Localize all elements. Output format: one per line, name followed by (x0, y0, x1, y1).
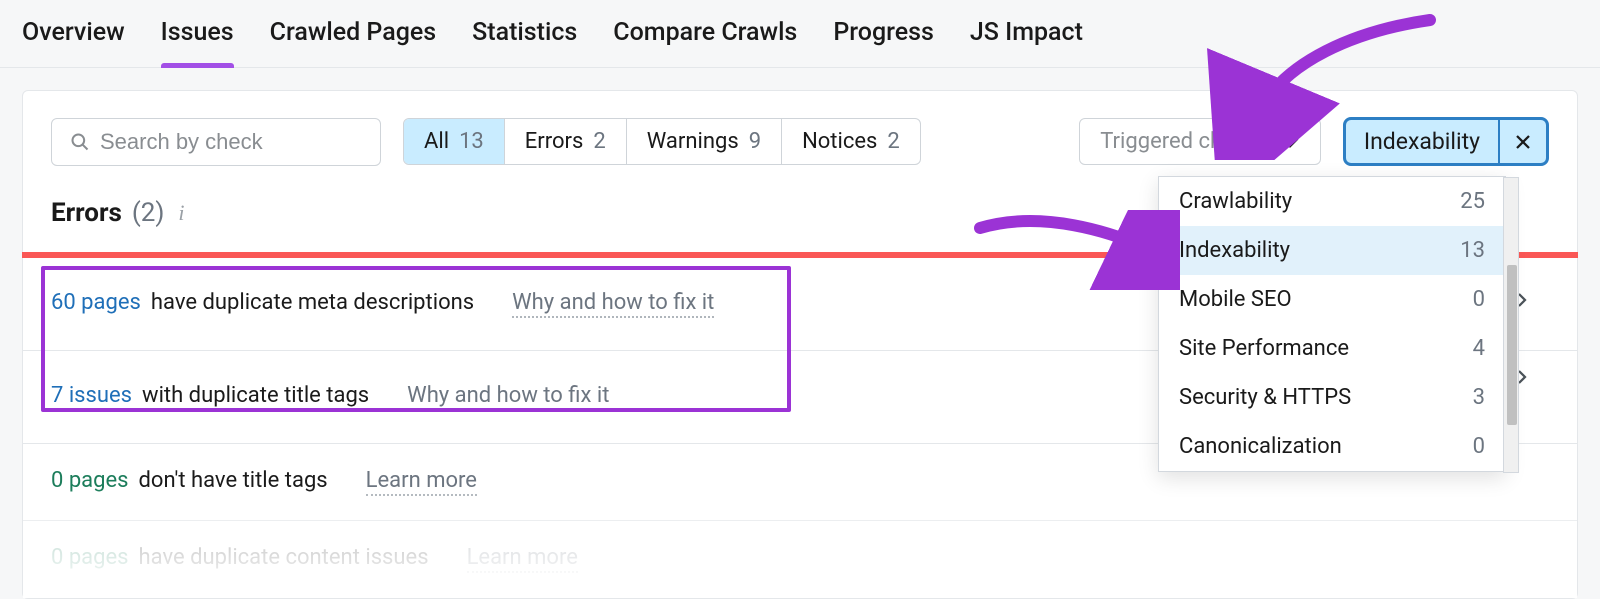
dropdown-option-indexability[interactable]: Indexability 13 (1159, 226, 1505, 275)
issue-count-link[interactable]: 7 issues (51, 383, 132, 408)
active-filter-pill: Indexability (1343, 117, 1549, 166)
help-link[interactable]: Why and how to fix it (512, 290, 714, 318)
tab-overview[interactable]: Overview (22, 18, 125, 67)
seg-all[interactable]: All 13 (404, 119, 505, 164)
seg-warnings[interactable]: Warnings 9 (627, 119, 782, 164)
section-title: Errors (51, 198, 122, 228)
issue-count-link[interactable]: 0 pages (51, 545, 129, 570)
filter-segmented: All 13 Errors 2 Warnings 9 Notices 2 (403, 118, 921, 165)
chevron-down-icon (1280, 135, 1300, 149)
option-label: Site Performance (1179, 336, 1349, 361)
option-label: Security & HTTPS (1179, 385, 1351, 410)
section-count: (2) (132, 198, 165, 228)
seg-errors-label: Errors (525, 129, 584, 154)
tab-crawled-pages[interactable]: Crawled Pages (270, 18, 437, 67)
dropdown-option-canonicalization[interactable]: Canonicalization 0 (1159, 422, 1505, 471)
issue-text: have duplicate meta descriptions (151, 290, 474, 315)
tab-progress[interactable]: Progress (833, 18, 934, 67)
top-tabs: Overview Issues Crawled Pages Statistics… (0, 0, 1600, 68)
option-label: Indexability (1179, 238, 1290, 263)
active-filter-label[interactable]: Indexability (1346, 120, 1498, 163)
scrollbar-thumb[interactable] (1507, 265, 1517, 425)
info-icon[interactable]: i (178, 200, 184, 226)
option-count: 25 (1460, 189, 1485, 214)
issue-row[interactable]: 0 pages have duplicate content issues Le… (23, 521, 1577, 598)
seg-notices-count: 2 (887, 129, 899, 154)
seg-all-count: 13 (459, 129, 484, 154)
option-count: 13 (1460, 238, 1485, 263)
search-box[interactable] (51, 118, 381, 166)
dropdown-option-crawlability[interactable]: Crawlability 25 (1159, 177, 1505, 226)
tab-js-impact[interactable]: JS Impact (970, 18, 1083, 67)
issue-text: don't have title tags (139, 468, 328, 493)
dropdown-option-mobile-seo[interactable]: Mobile SEO 0 (1159, 275, 1505, 324)
search-input[interactable] (100, 129, 362, 155)
tab-issues[interactable]: Issues (161, 18, 234, 67)
issue-count-link[interactable]: 60 pages (51, 290, 141, 315)
seg-errors-count: 2 (593, 129, 605, 154)
help-link[interactable]: Learn more (366, 468, 477, 496)
active-filter-close[interactable] (1498, 120, 1546, 163)
issue-text: have duplicate content issues (139, 545, 429, 570)
triggered-checks-label: Triggered checks (1100, 129, 1268, 154)
seg-notices[interactable]: Notices 2 (782, 119, 920, 164)
seg-notices-label: Notices (802, 129, 877, 154)
option-label: Canonicalization (1179, 434, 1342, 459)
seg-all-label: All (424, 129, 449, 154)
triggered-checks-select[interactable]: Triggered checks (1079, 118, 1321, 165)
dropdown-option-site-performance[interactable]: Site Performance 4 (1159, 324, 1505, 373)
option-count: 0 (1473, 434, 1485, 459)
tab-compare-crawls[interactable]: Compare Crawls (613, 18, 797, 67)
tab-statistics[interactable]: Statistics (472, 18, 577, 67)
option-count: 3 (1473, 385, 1485, 410)
issue-count-link[interactable]: 0 pages (51, 468, 129, 493)
close-icon (1514, 133, 1532, 151)
help-link[interactable]: Learn more (467, 545, 578, 573)
dropdown-option-security-https[interactable]: Security & HTTPS 3 (1159, 373, 1505, 422)
issue-text: with duplicate title tags (142, 383, 369, 408)
option-label: Crawlability (1179, 189, 1292, 214)
help-link[interactable]: Why and how to fix it (407, 383, 609, 411)
seg-warnings-label: Warnings (647, 129, 739, 154)
option-label: Mobile SEO (1179, 287, 1292, 312)
search-icon (70, 132, 90, 152)
option-count: 0 (1473, 287, 1485, 312)
seg-warnings-count: 9 (749, 129, 761, 154)
seg-errors[interactable]: Errors 2 (505, 119, 627, 164)
option-count: 4 (1473, 336, 1485, 361)
category-dropdown: Crawlability 25 Indexability 13 Mobile S… (1158, 176, 1506, 472)
